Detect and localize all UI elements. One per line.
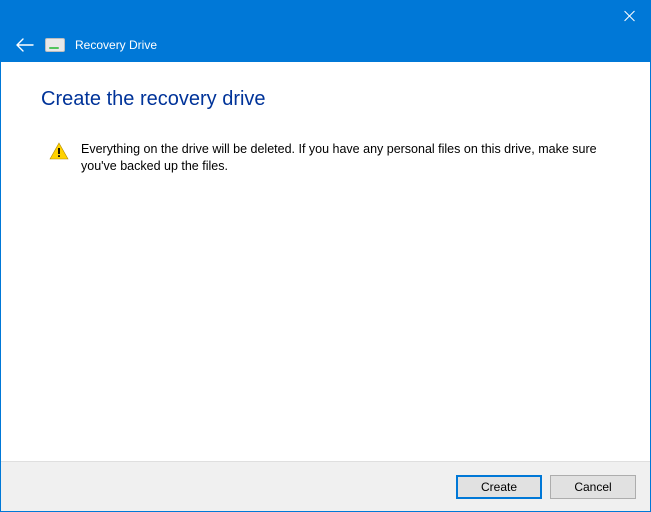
content-area: Create the recovery drive Everything on …: [1, 62, 650, 461]
page-heading: Create the recovery drive: [41, 88, 610, 111]
back-button[interactable]: [15, 35, 35, 55]
warning-text: Everything on the drive will be deleted.…: [81, 141, 601, 175]
warning-message: Everything on the drive will be deleted.…: [41, 141, 610, 175]
close-icon[interactable]: [624, 10, 636, 22]
cancel-button[interactable]: Cancel: [550, 475, 636, 499]
create-button[interactable]: Create: [456, 475, 542, 499]
recovery-drive-icon: [45, 38, 65, 52]
warning-icon: [49, 142, 69, 160]
titlebar: [1, 1, 650, 31]
header-bar: Recovery Drive: [1, 31, 650, 62]
footer-bar: Create Cancel: [1, 461, 650, 511]
wizard-window: Recovery Drive Create the recovery drive…: [0, 0, 651, 512]
window-title: Recovery Drive: [75, 38, 157, 52]
back-arrow-icon: [16, 38, 34, 52]
